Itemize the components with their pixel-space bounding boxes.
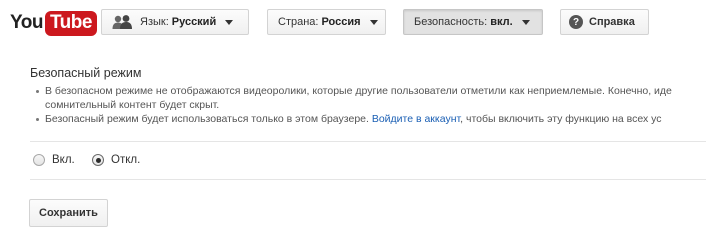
safety-value: вкл. bbox=[490, 16, 513, 28]
safety-mode-description: В безопасном режиме не отображаются виде… bbox=[30, 84, 706, 126]
help-icon: ? bbox=[569, 15, 583, 29]
language-value: Русский bbox=[171, 16, 217, 28]
sign-in-link[interactable]: Войдите в аккаунт bbox=[372, 113, 460, 125]
radio-on-label: Вкл. bbox=[52, 154, 75, 166]
help-button[interactable]: ? Справка bbox=[560, 9, 649, 35]
help-label: Справка bbox=[589, 16, 635, 28]
radio-circle[interactable] bbox=[33, 154, 45, 166]
save-button[interactable]: Сохранить bbox=[29, 199, 108, 227]
country-value: Россия bbox=[321, 16, 361, 28]
safety-button[interactable]: Безопасность: вкл. bbox=[403, 9, 543, 35]
chevron-down-icon bbox=[369, 19, 378, 25]
divider bbox=[30, 141, 706, 142]
radio-on[interactable]: Вкл. bbox=[33, 154, 75, 166]
logo-tube-text: Tube bbox=[44, 10, 97, 36]
radio-circle-checked[interactable] bbox=[92, 154, 104, 166]
description-bullet-2: Безопасный режим будет использоваться то… bbox=[30, 112, 706, 126]
chevron-down-icon bbox=[225, 19, 234, 25]
divider bbox=[30, 179, 706, 180]
bullet-1-line-2: сомнительный контент будет скрыт. bbox=[45, 99, 220, 111]
description-bullet-1: В безопасном режиме не отображаются виде… bbox=[30, 84, 706, 98]
safety-label: Безопасность: bbox=[414, 16, 488, 28]
country-label: Страна: bbox=[278, 16, 319, 28]
bullet-2-before: Безопасный режим будет использоваться то… bbox=[45, 113, 372, 125]
chevron-down-icon bbox=[521, 19, 530, 25]
people-icon bbox=[112, 15, 132, 29]
preferences-page: You Tube Язык: Русский Страна: Россия Бе… bbox=[0, 0, 706, 250]
safety-mode-title: Безопасный режим bbox=[30, 66, 142, 80]
radio-dot bbox=[95, 157, 101, 163]
youtube-logo[interactable]: You Tube bbox=[10, 9, 97, 37]
radio-off[interactable]: Откл. bbox=[92, 154, 140, 166]
language-button[interactable]: Язык: Русский bbox=[101, 9, 249, 35]
bullet-2-after: , чтобы включить эту функцию на всех ус bbox=[460, 113, 662, 125]
bullet-1-line-1: В безопасном режиме не отображаются виде… bbox=[45, 85, 672, 97]
country-button[interactable]: Страна: Россия bbox=[267, 9, 386, 35]
language-label: Язык: bbox=[140, 16, 169, 28]
radio-off-label: Откл. bbox=[111, 154, 141, 166]
logo-you-text: You bbox=[10, 12, 43, 33]
